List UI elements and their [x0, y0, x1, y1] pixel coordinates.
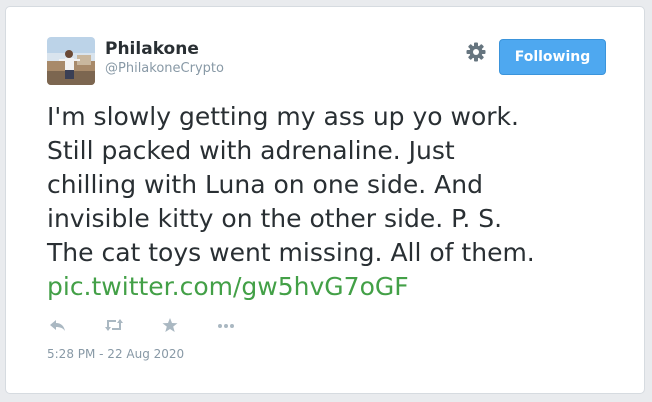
- following-button[interactable]: Following: [499, 39, 606, 75]
- tweet-line: invisible kitty on the other side. P. S.: [47, 204, 503, 233]
- display-name[interactable]: Philakone: [105, 39, 199, 59]
- like-icon[interactable]: [159, 315, 181, 335]
- reply-icon[interactable]: [47, 315, 69, 335]
- tweet-timestamp[interactable]: 5:28 PM - 22 Aug 2020: [47, 347, 184, 361]
- tweet-line: The cat toys went missing. All of them.: [47, 238, 535, 267]
- tweet-line: Still packed with adrenaline. Just: [47, 136, 455, 165]
- more-icon[interactable]: [215, 315, 237, 335]
- tweet-text: I'm slowly getting my ass up yo work. St…: [47, 100, 637, 304]
- avatar[interactable]: [47, 37, 95, 85]
- tweet-line: I'm slowly getting my ass up yo work.: [47, 102, 519, 131]
- tweet-line: chilling with Luna on one side. And: [47, 170, 483, 199]
- user-handle[interactable]: @PhilakoneCrypto: [105, 61, 224, 77]
- retweet-icon[interactable]: [103, 315, 125, 335]
- gear-icon[interactable]: [464, 40, 488, 64]
- avatar-photo: [47, 37, 95, 85]
- tweet-card: Philakone @PhilakoneCrypto Following I'm…: [5, 6, 645, 394]
- tweet-media-link[interactable]: pic.twitter.com/gw5hvG7oGF: [47, 270, 637, 304]
